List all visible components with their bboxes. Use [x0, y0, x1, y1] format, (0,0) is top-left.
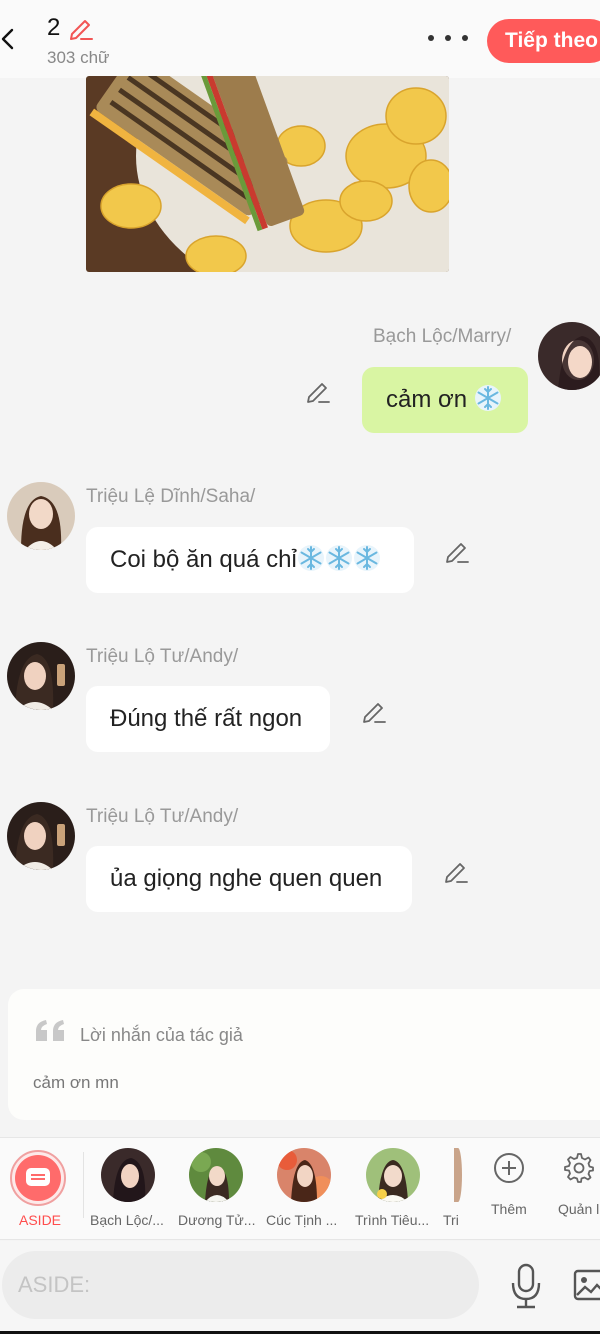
avatar[interactable] [7, 802, 75, 870]
edit-message-icon[interactable] [361, 698, 387, 724]
message-sender-name: Bạch Lộc/Marry/ [373, 326, 512, 347]
snowflake-icon [297, 544, 325, 572]
gear-icon[interactable] [563, 1152, 595, 1184]
snowflake-icon [325, 544, 353, 572]
message-bubble[interactable]: cảm ơn [362, 367, 528, 433]
aside-icon [26, 1168, 50, 1186]
author-note-title: Lời nhắn của tác giả [80, 1025, 243, 1045]
message-sender-name: Triệu Lệ Dĩnh/Saha/ [86, 486, 256, 507]
snowflake-icon [474, 384, 502, 412]
snowflake-icon [353, 544, 381, 572]
add-character-icon[interactable] [493, 1152, 525, 1184]
character-name[interactable]: Trình Tiêu... [355, 1212, 435, 1228]
next-button[interactable]: Tiếp theo [487, 19, 600, 63]
edit-message-icon[interactable] [444, 538, 470, 564]
edit-message-icon[interactable] [305, 378, 331, 404]
message-sender-name: Triệu Lộ Tư/Andy/ [86, 646, 239, 667]
author-note-card[interactable]: Lời nhắn của tác giả cảm ơn mn [8, 989, 600, 1120]
character-selector-bar: ASIDE Bạch Lộc/... Dương Tử... Cúc Tịnh … [0, 1137, 600, 1240]
add-character-label[interactable]: Thêm [491, 1201, 527, 1217]
avatar[interactable] [7, 482, 75, 550]
message-input[interactable] [2, 1251, 479, 1319]
message-text: ủa giọng nghe quen quen [110, 865, 383, 892]
food-photo[interactable] [86, 76, 449, 272]
more-options-icon[interactable] [428, 26, 468, 50]
aside-button[interactable] [10, 1150, 66, 1206]
top-bar: 2 303 chữ Tiếp theo [0, 0, 600, 78]
edit-title-icon[interactable] [66, 14, 94, 42]
character-avatar[interactable] [454, 1148, 462, 1202]
message-bubble[interactable]: Coi bộ ăn quá chỉ [86, 527, 414, 593]
avatar[interactable] [538, 322, 600, 390]
character-avatar[interactable] [189, 1148, 243, 1202]
message-text: Coi bộ ăn quá chỉ [110, 546, 297, 573]
aside-label: ASIDE [19, 1212, 62, 1228]
message-text: Đúng thế rất ngon [110, 705, 303, 732]
word-count: 303 chữ [47, 48, 110, 67]
character-avatar[interactable] [366, 1148, 420, 1202]
author-note-body: cảm ơn mn [33, 1073, 119, 1092]
chapter-number: 2 [47, 14, 61, 41]
message-text: cảm ơn [386, 386, 474, 413]
avatar[interactable] [7, 642, 75, 710]
character-avatar[interactable] [101, 1148, 155, 1202]
character-name[interactable]: Tri [443, 1212, 463, 1228]
edit-message-icon[interactable] [443, 858, 469, 884]
divider [83, 1152, 84, 1218]
manage-label[interactable]: Quản l [558, 1201, 599, 1217]
character-name[interactable]: Dương Tử... [178, 1212, 258, 1228]
message-bubble[interactable]: Đúng thế rất ngon [86, 686, 330, 752]
character-avatar[interactable] [277, 1148, 331, 1202]
compose-bar [0, 1241, 600, 1334]
microphone-icon[interactable] [509, 1261, 543, 1311]
character-name[interactable]: Bạch Lộc/... [90, 1212, 170, 1228]
back-arrow-icon[interactable] [0, 24, 18, 54]
image-icon[interactable] [573, 1267, 600, 1303]
message-sender-name: Triệu Lộ Tư/Andy/ [86, 806, 239, 827]
message-bubble[interactable]: ủa giọng nghe quen quen [86, 846, 412, 912]
character-name[interactable]: Cúc Tịnh ... [266, 1212, 346, 1228]
quote-icon [36, 1020, 64, 1041]
